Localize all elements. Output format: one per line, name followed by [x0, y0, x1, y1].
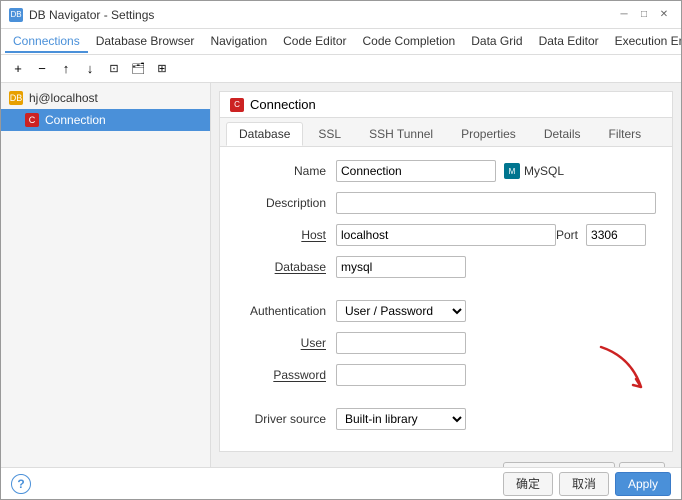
test-connection-button[interactable]: Test Connection	[503, 462, 615, 467]
database-label: Database	[236, 260, 336, 274]
menu-item-code-editor[interactable]: Code Editor	[275, 31, 354, 53]
action-buttons: Test Connection Info	[503, 462, 665, 467]
database-input[interactable]	[336, 256, 466, 278]
minimize-button[interactable]: ─	[615, 6, 633, 24]
main-content: DB hj@localhost C Connection C Connectio…	[1, 83, 681, 467]
menu-item-navigation[interactable]: Navigation	[202, 31, 275, 53]
tab-database[interactable]: Database	[226, 122, 303, 146]
group-button[interactable]: 🗂	[127, 58, 149, 80]
remove-button[interactable]: −	[31, 58, 53, 80]
password-row: Password	[236, 363, 656, 387]
user-row: User	[236, 331, 656, 355]
conn-icon: C	[25, 113, 39, 127]
sidebar-label-hj-localhost: hj@localhost	[29, 91, 98, 105]
user-input[interactable]	[336, 332, 466, 354]
authentication-select[interactable]: User / Password No Auth LDAP Kerberos	[336, 300, 466, 322]
help-button[interactable]: ?	[11, 474, 31, 494]
footer-left: ?	[11, 474, 31, 494]
tab-filters[interactable]: Filters	[596, 122, 655, 146]
database-row: Database	[236, 255, 656, 279]
host-label: Host	[236, 228, 336, 242]
panel-header-icon: C	[230, 98, 244, 112]
detail-panel: C Connection Database SSL SSH Tunnel Pro…	[211, 83, 681, 467]
panel-header-label: Connection	[250, 97, 316, 112]
panel-header: C Connection	[219, 91, 673, 117]
filter-button[interactable]: ⊞	[151, 58, 173, 80]
apply-button[interactable]: Apply	[615, 472, 671, 496]
window-title: DB Navigator - Settings	[29, 8, 154, 22]
driver-source-row: Driver source Built-in library Custom Ma…	[236, 407, 656, 431]
info-button[interactable]: Info	[619, 462, 665, 467]
user-label: User	[236, 336, 336, 350]
port-group: Port	[556, 224, 646, 246]
menu-item-data-editor[interactable]: Data Editor	[531, 31, 607, 53]
title-controls: ─ □ ✕	[615, 6, 673, 24]
panel-wrapper: C Connection Database SSL SSH Tunnel Pro…	[211, 83, 681, 467]
authentication-row: Authentication User / Password No Auth L…	[236, 299, 656, 323]
sidebar-item-hj-localhost[interactable]: DB hj@localhost	[1, 87, 210, 109]
menu-item-data-grid[interactable]: Data Grid	[463, 31, 530, 53]
separator2	[236, 395, 656, 407]
authentication-label: Authentication	[236, 304, 336, 318]
footer-right: 确定 取消 Apply	[503, 472, 671, 496]
move-up-button[interactable]: ↑	[55, 58, 77, 80]
driver-source-label: Driver source	[236, 412, 336, 426]
name-input[interactable]	[336, 160, 496, 182]
form-area: Name M MySQL Description	[220, 147, 672, 451]
separator1	[236, 287, 656, 299]
password-input[interactable]	[336, 364, 466, 386]
tabs: Database SSL SSH Tunnel Properties Detai…	[220, 118, 672, 147]
move-down-button[interactable]: ↓	[79, 58, 101, 80]
sidebar-label-connection: Connection	[45, 113, 106, 127]
sidebar: DB hj@localhost C Connection	[1, 83, 211, 467]
footer: ? 确定 取消 Apply	[1, 467, 681, 499]
description-input[interactable]	[336, 192, 656, 214]
app-icon: DB	[9, 8, 23, 22]
tab-ssl[interactable]: SSL	[305, 122, 354, 146]
name-label: Name	[236, 164, 336, 178]
add-button[interactable]: +	[7, 58, 29, 80]
menu-item-execution-engine[interactable]: Execution Engine	[607, 31, 681, 53]
port-input[interactable]	[586, 224, 646, 246]
copy-button[interactable]: ⊡	[103, 58, 125, 80]
maximize-button[interactable]: □	[635, 6, 653, 24]
description-row: Description	[236, 191, 656, 215]
cancel-button[interactable]: 取消	[559, 472, 609, 496]
menu-item-code-completion[interactable]: Code Completion	[355, 31, 464, 53]
panel-body: Database SSL SSH Tunnel Properties Detai…	[219, 117, 673, 452]
title-bar-left: DB DB Navigator - Settings	[9, 8, 154, 22]
confirm-button[interactable]: 确定	[503, 472, 553, 496]
sidebar-item-connection[interactable]: C Connection	[1, 109, 210, 131]
port-label: Port	[556, 228, 578, 242]
title-bar: DB DB Navigator - Settings ─ □ ✕	[1, 1, 681, 29]
tab-properties[interactable]: Properties	[448, 122, 529, 146]
tab-ssh-tunnel[interactable]: SSH Tunnel	[356, 122, 446, 146]
close-button[interactable]: ✕	[655, 6, 673, 24]
mysql-label: MySQL	[524, 164, 564, 178]
name-row: Name M MySQL	[236, 159, 656, 183]
menu-item-database-browser[interactable]: Database Browser	[88, 31, 203, 53]
toolbar: + − ↑ ↓ ⊡ 🗂 ⊞	[1, 55, 681, 83]
host-input[interactable]	[336, 224, 556, 246]
settings-window: DB DB Navigator - Settings ─ □ ✕ Connect…	[0, 0, 682, 500]
panel-bottom-bar: Active Test Connection Info	[219, 456, 673, 467]
menu-item-connections[interactable]: Connections	[5, 31, 88, 53]
tab-details[interactable]: Details	[531, 122, 594, 146]
mysql-badge: M MySQL	[504, 163, 564, 179]
description-label: Description	[236, 196, 336, 210]
mysql-icon: M	[504, 163, 520, 179]
db-icon: DB	[9, 91, 23, 105]
password-label: Password	[236, 368, 336, 382]
driver-source-select[interactable]: Built-in library Custom Maven Central	[336, 408, 466, 430]
host-row: Host Port	[236, 223, 656, 247]
menu-bar: Connections Database Browser Navigation …	[1, 29, 681, 55]
